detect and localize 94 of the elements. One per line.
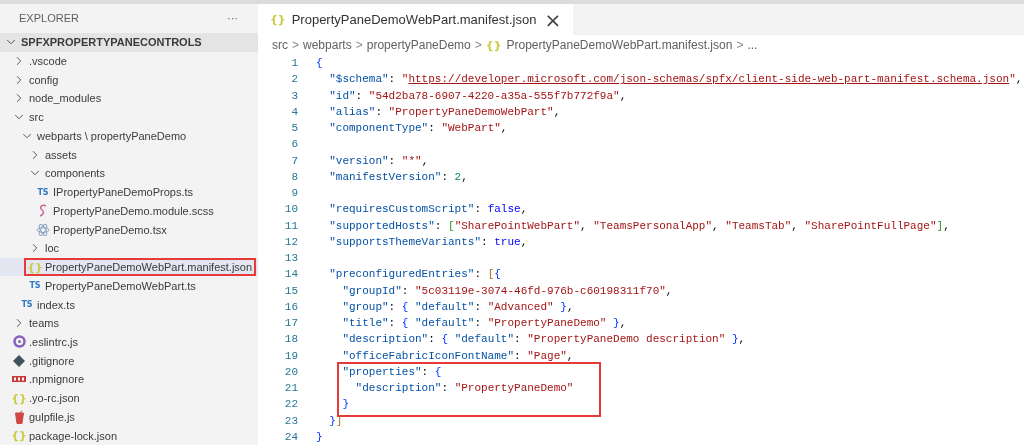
code-line: "supportsThemeVariants": true,: [329, 235, 528, 248]
folder-item[interactable]: teams: [0, 313, 258, 333]
folder-item[interactable]: .vscode: [0, 51, 258, 71]
file-item[interactable]: PropertyPaneDemo.module.scss: [0, 201, 258, 221]
code-line: "description": { "default": "PropertyPaneDemo description" },: [342, 333, 746, 346]
code-line: "requiresCustomScript": false,: [329, 203, 528, 216]
code-line: "preconfiguredEntries": [{: [329, 268, 501, 281]
code-line: "manifestVersion": 2,: [329, 170, 468, 183]
line-number: 3: [290, 89, 298, 102]
file-item[interactable]: .gitignore: [0, 351, 258, 371]
file-item[interactable]: PropertyPaneDemo.tsx: [0, 220, 258, 239]
breadcrumb-separator: >: [736, 38, 744, 52]
line-number: 18: [283, 333, 298, 346]
file-item[interactable]: TS index.ts: [0, 295, 258, 314]
breadcrumb-item[interactable]: webparts: [303, 38, 352, 52]
file-item[interactable]: {} PropertyPaneDemoWebPart.manifest.json: [0, 257, 258, 277]
cup-icon: [14, 409, 24, 424]
folder-item[interactable]: loc: [0, 238, 258, 258]
code-line: "supportedHosts": ["SharePointWebPart", "TeamsPersonalApp", "TeamsTab", "SharePointFullPage"],: [329, 219, 950, 232]
braces-icon: {}: [485, 38, 502, 52]
braces-icon: {}: [27, 260, 43, 274]
code-line: "group": { "default": "Advanced" },: [342, 300, 574, 313]
line-number: 22: [283, 398, 298, 411]
line-number: 23: [283, 414, 298, 427]
close-tab-button[interactable]: ×: [542, 9, 564, 30]
line-number: 10: [283, 203, 298, 216]
line-number: 15: [283, 284, 298, 297]
folder-item[interactable]: node_modules: [0, 89, 258, 108]
workspace-root[interactable]: SPFXPROPERTYPANECONTROLS: [0, 32, 258, 52]
code-line: "title": { "default": "PropertyPaneDemo" },: [342, 317, 627, 330]
breadcrumb-item[interactable]: {} PropertyPaneDemoWebPart.manifest.json: [485, 38, 733, 52]
line-number: 5: [290, 122, 298, 135]
swirl-icon: [38, 203, 48, 218]
breadcrumb-item[interactable]: propertyPaneDemo: [366, 38, 471, 52]
file-item[interactable]: gulpfile.js: [0, 407, 258, 427]
code-line: }: [342, 398, 349, 411]
braces-icon: {}: [11, 429, 27, 443]
breadcrumb-item[interactable]: src: [272, 38, 288, 52]
folder-item[interactable]: config: [0, 70, 258, 90]
breadcrumb-separator: >: [292, 38, 299, 52]
code-line: "id": "54d2ba78-6907-4220-a35a-555f7b772f9a",: [329, 89, 627, 102]
folder-item[interactable]: src: [0, 107, 258, 127]
npm-icon: [12, 376, 26, 383]
line-number: 1: [290, 57, 298, 70]
breadcrumb-item[interactable]: ...: [747, 38, 758, 52]
line-number: 13: [283, 252, 298, 265]
code-line: "properties": {: [342, 365, 442, 378]
folder-item[interactable]: assets: [0, 145, 258, 164]
braces-icon: {}: [11, 391, 27, 405]
file-item[interactable]: TS PropertyPaneDemoWebPart.ts: [0, 276, 258, 296]
line-number: 7: [290, 154, 298, 167]
line-number: 24: [283, 430, 298, 443]
code-line: "componentType": "WebPart",: [329, 122, 508, 135]
explorer-title: EXPLORER: [19, 12, 79, 25]
line-number: 8: [290, 170, 298, 183]
folder-item[interactable]: webparts \ propertyPaneDemo: [0, 126, 258, 146]
line-number: 2: [290, 73, 298, 86]
code-line: "groupId": "5c03119e-3074-46fd-976b-c60198311f70",: [342, 284, 673, 297]
folder-item[interactable]: components: [0, 164, 258, 183]
diamond-icon: [13, 354, 25, 367]
more-actions-button[interactable]: ···: [227, 12, 238, 25]
code-line: "$schema": "https://developer.microsoft.com/json-schemas/spfx/client-side-web-part-manifest.schema.json",: [329, 73, 1023, 86]
code-line: "officeFabricIconFontName": "Page",: [342, 349, 574, 362]
line-number: 21: [283, 382, 298, 395]
line-number: 19: [283, 349, 298, 362]
file-item[interactable]: .eslintrc.js: [0, 332, 258, 352]
line-number: 6: [290, 138, 298, 151]
file-item[interactable]: .npmignore: [0, 370, 258, 389]
breadcrumb-separator: >: [474, 38, 482, 52]
file-item[interactable]: TS IPropertyPaneDemoProps.ts: [0, 182, 258, 202]
typescript-icon: TS: [21, 300, 33, 309]
code-line: "description": "PropertyPaneDemo": [355, 382, 574, 395]
code-line: }: [316, 430, 323, 443]
code-line: {: [316, 57, 323, 70]
line-number: 11: [283, 219, 298, 232]
editor-tab[interactable]: {} PropertyPaneDemoWebPart.manifest.json ×: [258, 4, 574, 35]
line-number: 12: [283, 235, 298, 248]
line-number: 14: [283, 268, 298, 281]
breadcrumb-label[interactable]: PropertyPaneDemoWebPart.manifest.json: [506, 38, 733, 52]
line-number: 16: [283, 300, 298, 313]
line-number: 9: [290, 187, 298, 200]
typescript-icon: TS: [29, 281, 41, 291]
breadcrumb-separator: >: [355, 38, 363, 52]
code-line: "version": "*",: [329, 154, 429, 167]
line-number: 4: [290, 105, 298, 118]
line-number: 17: [283, 317, 298, 330]
typescript-icon: TS: [37, 187, 49, 197]
file-item[interactable]: {} .yo-rc.json: [0, 388, 258, 408]
atom-icon: [36, 222, 50, 237]
file-item[interactable]: {} package-lock.json: [0, 426, 258, 445]
code-line: "alias": "PropertyPaneDemoWebPart",: [329, 105, 561, 118]
braces-icon: {}: [270, 13, 286, 26]
ring-icon: [12, 335, 26, 349]
line-number: 20: [283, 365, 298, 378]
